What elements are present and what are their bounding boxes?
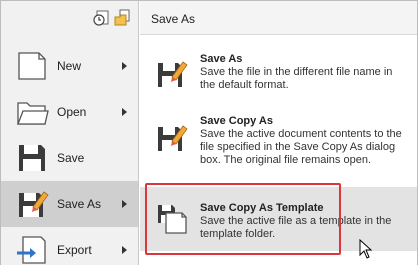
panel-header: Save As: [140, 1, 417, 35]
menu-item-label: Open: [57, 105, 87, 119]
menu-item-label: New: [57, 59, 82, 73]
menu-item-save-as[interactable]: Save As: [1, 181, 138, 227]
save-as-option[interactable]: Save As Save the file in the different f…: [140, 45, 417, 105]
export-icon: [17, 236, 46, 264]
save-copy-as-option[interactable]: Save Copy As Save the active document co…: [140, 109, 417, 181]
submenu-arrow-icon: [122, 62, 127, 70]
open-recent-folder-icon[interactable]: [114, 9, 132, 27]
save-copy-as-icon: [158, 125, 188, 151]
file-menu-pane: New Open Save Save As Export: [1, 1, 139, 265]
option-title: Save As: [200, 53, 243, 65]
option-description: Save the file in the different file name…: [200, 66, 393, 91]
callout-highlight-box: [145, 183, 341, 255]
floppy-disk-icon: [19, 145, 45, 171]
new-document-icon: [18, 52, 46, 80]
submenu-arrow-icon: [122, 200, 127, 208]
option-description: Save the active document contents to the…: [200, 128, 402, 166]
file-backstage: New Open Save Save As Export Save As Sav…: [0, 0, 418, 265]
menu-item-export[interactable]: Export: [1, 227, 138, 265]
menu-item-save[interactable]: Save: [1, 135, 138, 181]
menu-item-label: Export: [57, 243, 92, 257]
submenu-arrow-icon: [122, 246, 127, 254]
recent-history-icon[interactable]: [92, 9, 110, 27]
menu-item-label: Save: [57, 151, 85, 165]
mouse-pointer-icon: [359, 239, 373, 259]
submenu-arrow-icon: [122, 108, 127, 116]
menu-item-open[interactable]: Open: [1, 89, 138, 135]
menu-item-new[interactable]: New: [1, 43, 138, 89]
panel-title: Save As: [151, 12, 196, 26]
quick-access-toolbar: [92, 7, 132, 29]
save-as-icon: [158, 61, 188, 87]
option-title: Save Copy As: [200, 115, 273, 127]
menu-item-label: Save As: [57, 197, 102, 211]
open-folder-icon: [17, 102, 49, 125]
save-as-icon: [19, 191, 49, 217]
